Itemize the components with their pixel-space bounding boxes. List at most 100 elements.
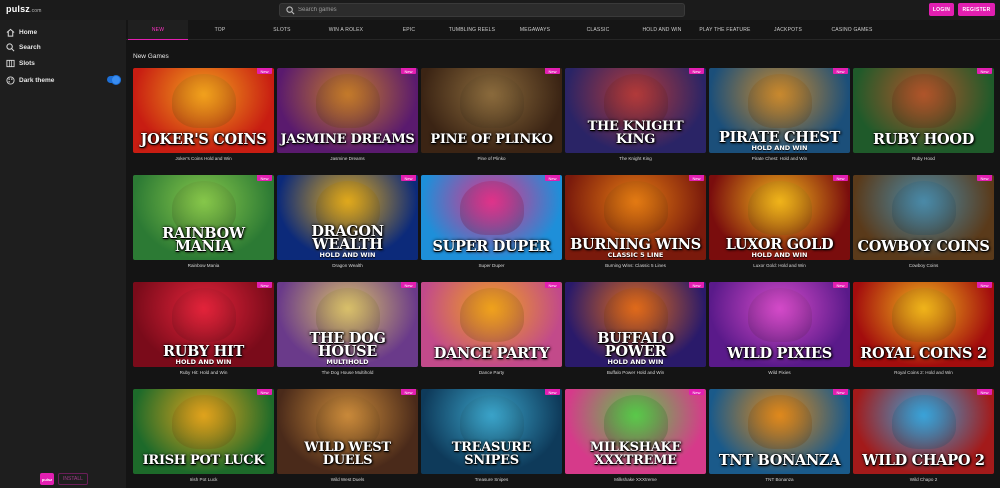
sidebar-item-slots[interactable]: Slots xyxy=(6,57,35,69)
game-caption[interactable]: The Knight King xyxy=(565,156,706,161)
register-button[interactable]: REGISTER xyxy=(958,3,995,16)
game-tile[interactable]: COWBOY COINS New xyxy=(853,175,994,260)
game-tile[interactable]: SUPER DUPER New xyxy=(421,175,562,260)
install-row: pulsz INSTALL xyxy=(40,473,88,485)
tab-hold-and-win[interactable]: HOLD AND WIN xyxy=(630,20,694,40)
game-character xyxy=(747,181,812,235)
tab-play-the-feature[interactable]: PLAY THE FEATURE xyxy=(694,20,756,40)
new-badge: New xyxy=(401,389,416,395)
game-caption[interactable]: Ruby Hood xyxy=(853,156,994,161)
tab-slots[interactable]: SLOTS xyxy=(250,20,314,40)
game-tile[interactable]: RAINBOW MANIA New xyxy=(133,175,274,260)
new-badge: New xyxy=(977,68,992,74)
new-badge: New xyxy=(401,68,416,74)
game-tile[interactable]: DANCE PARTY New xyxy=(421,282,562,367)
game-tile[interactable]: BUFFALO POWER HOLD AND WIN New xyxy=(565,282,706,367)
game-caption[interactable]: Jasmine Dreams xyxy=(277,156,418,161)
game-art-title: COWBOY COINS xyxy=(857,238,990,255)
game-caption[interactable]: Pirate Chest: Hold and Win xyxy=(709,156,850,161)
search-bar[interactable] xyxy=(279,3,685,17)
game-caption[interactable]: Wild Chapo 2 xyxy=(853,477,994,482)
new-badge: New xyxy=(401,282,416,288)
game-art-title: JOKER'S COINS xyxy=(140,131,267,148)
game-character xyxy=(315,74,380,128)
game-tile[interactable]: WILD CHAPO 2 New xyxy=(853,389,994,474)
game-art-subtitle: CLASSIC 5 LINE xyxy=(607,251,664,259)
game-art-title: SUPER DUPER xyxy=(432,238,551,255)
game-caption[interactable]: Wild West Duels xyxy=(277,477,418,482)
new-badge: New xyxy=(257,68,272,74)
game-tile[interactable]: PIRATE CHEST HOLD AND WIN New xyxy=(709,68,850,153)
game-caption[interactable]: Luxor Gold: Hold and Win xyxy=(709,263,850,268)
sidebar-item-label: Slots xyxy=(19,59,35,67)
section-title: New Games xyxy=(133,53,169,60)
game-caption[interactable]: Buffalo Power Hold and Win xyxy=(565,370,706,375)
game-tile[interactable]: BURNING WINS CLASSIC 5 LINE New xyxy=(565,175,706,260)
new-badge: New xyxy=(977,282,992,288)
game-caption[interactable]: Cowboy Coins xyxy=(853,263,994,268)
game-caption[interactable]: Super Duper xyxy=(421,263,562,268)
game-tile[interactable]: JASMINE DREAMS New xyxy=(277,68,418,153)
game-tile[interactable]: RUBY HIT HOLD AND WIN New xyxy=(133,282,274,367)
tab-classic[interactable]: CLASSIC xyxy=(566,20,630,40)
game-tile[interactable]: TNT BONANZA New xyxy=(709,389,850,474)
tab-win-a-rolex[interactable]: WIN A ROLEX xyxy=(314,20,378,40)
game-character xyxy=(891,288,956,342)
tab-tumbling-reels[interactable]: TUMBLING REELS xyxy=(440,20,504,40)
new-badge: New xyxy=(833,282,848,288)
game-caption[interactable]: Burning Wins: Classic 5 Lines xyxy=(565,263,706,268)
logo-suffix: .com xyxy=(30,8,42,14)
game-caption[interactable]: Pine of Plinko xyxy=(421,156,562,161)
new-badge: New xyxy=(689,68,704,74)
sidebar-item-search[interactable]: Search xyxy=(6,41,41,53)
game-caption[interactable]: Ruby Hit: Hold and Win xyxy=(133,370,274,375)
site-logo[interactable]: pulsz.com xyxy=(6,4,42,14)
install-button[interactable]: INSTALL xyxy=(58,473,88,485)
game-tile[interactable]: TREASURE SNIPES New xyxy=(421,389,562,474)
game-caption[interactable]: Rainbow Mania xyxy=(133,263,274,268)
game-character xyxy=(171,74,236,128)
game-tile[interactable]: LUXOR GOLD HOLD AND WIN New xyxy=(709,175,850,260)
sidebar-item-label: Dark theme xyxy=(19,76,55,84)
game-tile[interactable]: MILKSHAKE XXXTREME New xyxy=(565,389,706,474)
game-art-title: TREASURE SNIPES xyxy=(451,440,532,468)
login-button[interactable]: LOGIN xyxy=(929,3,954,16)
game-caption[interactable]: Milkshake XXXtreme xyxy=(565,477,706,482)
game-caption[interactable]: Dance Party xyxy=(421,370,562,375)
new-badge: New xyxy=(257,389,272,395)
game-caption[interactable]: Irish Pot Luck xyxy=(133,477,274,482)
game-tile[interactable]: RUBY HOOD New xyxy=(853,68,994,153)
game-tile[interactable]: PINE OF PLINKO New xyxy=(421,68,562,153)
game-art-subtitle: HOLD AND WIN xyxy=(175,358,232,366)
game-tile[interactable]: ROYAL COINS 2 New xyxy=(853,282,994,367)
dark-theme-toggle[interactable] xyxy=(107,75,121,85)
tab-jackpots[interactable]: JACKPOTS xyxy=(756,20,820,40)
game-caption[interactable]: Treasure Snipes xyxy=(421,477,562,482)
search-input[interactable] xyxy=(298,4,678,16)
game-tile[interactable]: THE DOG HOUSE MULTIHOLD New xyxy=(277,282,418,367)
game-tile[interactable]: IRISH POT LUCK New xyxy=(133,389,274,474)
sidebar-item-label: Home xyxy=(19,28,38,36)
game-art-title: TNT BONANZA xyxy=(718,452,841,469)
game-caption[interactable]: TNT Bonanza xyxy=(709,477,850,482)
game-caption[interactable]: Dragon Wealth xyxy=(277,263,418,268)
game-caption[interactable]: The Dog House Multihold xyxy=(277,370,418,375)
game-character xyxy=(171,395,236,449)
new-badge: New xyxy=(545,389,560,395)
game-tile[interactable]: WILD WEST DUELS New xyxy=(277,389,418,474)
new-badge: New xyxy=(977,175,992,181)
game-tile[interactable]: DRAGON WEALTH HOLD AND WIN New xyxy=(277,175,418,260)
game-tile[interactable]: WILD PIXIES New xyxy=(709,282,850,367)
game-caption[interactable]: Wild Pixies xyxy=(709,370,850,375)
sidebar-item-home[interactable]: Home xyxy=(6,26,37,38)
game-art-subtitle: HOLD AND WIN xyxy=(751,144,808,152)
tab-casino-games[interactable]: CASINO GAMES xyxy=(820,20,884,40)
tab-new[interactable]: NEW xyxy=(128,20,188,40)
game-caption[interactable]: Royal Coins 2: Hold and Win xyxy=(853,370,994,375)
game-caption[interactable]: Joker's Coins Hold and Win xyxy=(133,156,274,161)
tab-megaways[interactable]: MEGAWAYS xyxy=(504,20,566,40)
game-tile[interactable]: JOKER'S COINS New xyxy=(133,68,274,153)
tab-epic[interactable]: EPIC xyxy=(378,20,440,40)
tab-top[interactable]: TOP xyxy=(190,20,250,40)
game-tile[interactable]: THE KNIGHT KING New xyxy=(565,68,706,153)
